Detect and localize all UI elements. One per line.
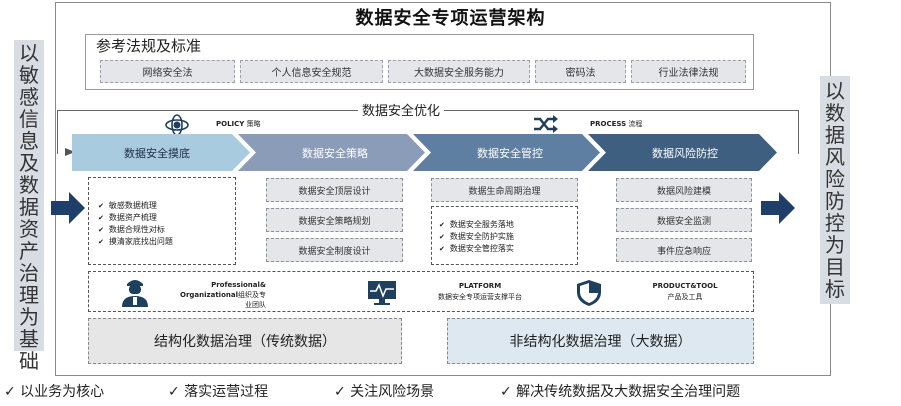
side-char: 息 — [19, 129, 39, 153]
side-char: 资 — [19, 217, 39, 241]
page-title: 数据安全专项运营架构 — [355, 8, 546, 29]
side-char: 础 — [19, 349, 39, 373]
side-char: 以 — [19, 41, 39, 65]
strategy-item: 数据安全顶层设计 — [266, 178, 403, 202]
reference-item: 网络安全法 — [100, 60, 235, 83]
list-item: 数据安全服务落地 — [439, 219, 514, 231]
person-icon — [122, 280, 148, 307]
side-char: 数 — [19, 173, 39, 197]
optimization-label: 数据安全优化 — [358, 100, 445, 119]
list-item: 数据资产梳理 — [98, 212, 173, 224]
footer-point: ✓ 以业务为核心 — [4, 384, 105, 400]
side-char: 风 — [825, 145, 845, 169]
footer-point: ✓ 解决传统数据及大数据安全治理问题 — [500, 384, 741, 400]
stage-label-3: 数据安全管控 — [477, 146, 543, 160]
reference-item: 密码法 — [535, 60, 626, 83]
reference-item: 个人信息安全规范 — [240, 60, 383, 83]
side-char: 险 — [825, 167, 845, 191]
side-char: 标 — [825, 277, 845, 301]
side-char: 敏 — [19, 63, 39, 87]
input-arrow-icon — [51, 192, 85, 224]
side-char: 治 — [19, 261, 39, 285]
lifecycle-item: 数据生命周期治理 — [431, 178, 578, 202]
side-char: 为 — [19, 305, 39, 329]
unstructured-governance-box: 非结构化数据治理（大数据） — [447, 318, 754, 364]
product-label: PRODUCT&TOOL 产品及工具 — [652, 282, 718, 301]
side-char: 为 — [825, 233, 845, 257]
footer-point: ✓ 落实运营过程 — [168, 384, 269, 400]
shuffle-icon — [534, 115, 558, 133]
list-item: 数据安全管控落实 — [439, 243, 514, 255]
policy-icon — [165, 114, 189, 136]
strategy-item: 数据安全制度设计 — [266, 238, 403, 262]
side-char: 数 — [825, 101, 845, 125]
list-item: 敏感数据梳理 — [98, 200, 173, 212]
stage-label-4: 数据风险防控 — [652, 146, 718, 160]
monitor-icon — [368, 281, 396, 305]
footer-point: ✓ 关注风险场景 — [334, 384, 435, 400]
side-char: 理 — [19, 283, 39, 307]
process-label: PROCESS 流程 — [590, 120, 643, 128]
reference-item: 大数据安全服务能力 — [388, 60, 530, 83]
list-item: 数据合规性对标 — [98, 224, 173, 236]
side-char: 据 — [19, 195, 39, 219]
side-char: 感 — [19, 85, 39, 109]
side-char: 防 — [825, 189, 845, 213]
structured-governance-box: 结构化数据治理（传统数据） — [88, 318, 402, 364]
left-side-panel: 以敏感信息及数据资产治理为基础 — [14, 40, 44, 372]
side-char: 及 — [19, 151, 39, 175]
output-arrow-icon — [761, 192, 795, 224]
right-side-panel: 以数据风险防控为目标 — [820, 76, 850, 304]
side-char: 基 — [19, 327, 39, 351]
risk-item: 数据安全监测 — [616, 208, 752, 232]
side-char: 产 — [19, 239, 39, 263]
survey-list: 敏感数据梳理 数据资产梳理 数据合规性对标 摸清家底找出问题 — [98, 200, 173, 248]
list-item: 摸清家底找出问题 — [98, 236, 173, 248]
control-list: 数据安全服务落地 数据安全防护实施 数据安全管控落实 — [439, 219, 514, 255]
side-char: 目 — [825, 255, 845, 279]
stage-label-2: 数据安全策略 — [302, 146, 368, 160]
side-char: 控 — [825, 211, 845, 235]
reference-title: 参考法规及标准 — [96, 37, 202, 55]
shield-icon — [577, 280, 601, 306]
reference-item: 行业法律法规 — [631, 60, 746, 83]
stage-label-1: 数据安全摸底 — [124, 146, 190, 160]
list-item: 数据安全防护实施 — [439, 231, 514, 243]
risk-item: 数据风险建模 — [616, 178, 752, 202]
policy-label: POLICY 策略 — [216, 120, 261, 128]
side-char: 信 — [19, 107, 39, 131]
risk-item: 事件应急响应 — [616, 238, 752, 262]
side-char: 以 — [825, 79, 845, 103]
platform-label: PLATFORM 数据安全专项运营支撑平台 — [438, 282, 522, 301]
side-char: 据 — [825, 123, 845, 147]
professional-label: Professional& Organizational组织及专业团队 — [180, 281, 266, 309]
strategy-item: 数据安全策略规划 — [266, 208, 403, 232]
